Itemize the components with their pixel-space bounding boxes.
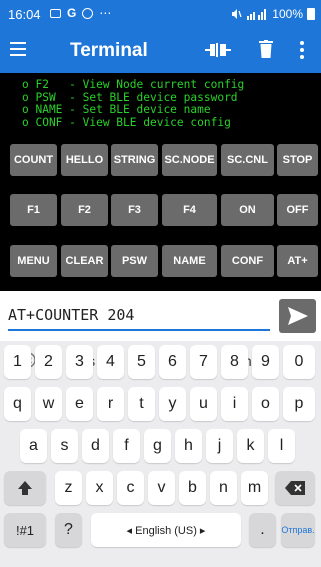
key-4[interactable]: 4 (97, 345, 124, 379)
key-d[interactable]: d (82, 429, 109, 463)
macro-button-clear[interactable]: CLEAR (61, 245, 108, 277)
gallery-icon (50, 8, 61, 18)
key-w[interactable]: w (35, 387, 62, 421)
bluetooth-disconnect-icon[interactable] (205, 41, 231, 59)
command-input[interactable]: AT+COUNTER 204 (8, 306, 134, 324)
key-y[interactable]: y (159, 387, 186, 421)
key-o[interactable]: o (252, 387, 279, 421)
macro-button-at[interactable]: AT+ (277, 245, 318, 277)
shift-icon (18, 481, 32, 495)
battery-icon (307, 8, 315, 20)
macro-button-f4[interactable]: F4 (162, 194, 217, 226)
keyboard-row-bottom: !#1 ? ◂ English (US) ▸ . Отправ. (0, 513, 321, 553)
key-g[interactable]: g (144, 429, 171, 463)
key-e[interactable]: e (66, 387, 93, 421)
key-r[interactable]: r (97, 387, 124, 421)
signal-icon (247, 9, 267, 20)
key-2[interactable]: 2 (35, 345, 62, 379)
key-m[interactable]: m (241, 471, 268, 505)
terminal-line: o F2 - View Node current config (22, 78, 245, 91)
key-p[interactable]: p (283, 387, 315, 421)
key-8[interactable]: 8 (221, 345, 248, 379)
key-i[interactable]: i (221, 387, 248, 421)
macro-button-stop[interactable]: STOP (277, 144, 318, 176)
command-bar: AT+COUNTER 204 (0, 291, 321, 341)
status-bar: 16:04 G ⋯ 100% (0, 0, 321, 28)
key-l[interactable]: l (268, 429, 295, 463)
send-button[interactable] (279, 299, 316, 333)
key-v[interactable]: v (148, 471, 175, 505)
key-b[interactable]: b (179, 471, 206, 505)
keyboard-row-q: q w e r t y u i o p (0, 387, 321, 427)
macro-button-hello[interactable]: HELLO (61, 144, 108, 176)
keyboard-row-a: a s d f g h j k l (0, 429, 321, 469)
battery-text: 100% (272, 7, 303, 21)
key-6[interactable]: 6 (159, 345, 186, 379)
question-key[interactable]: ? (55, 513, 82, 547)
more-vert-icon[interactable] (299, 41, 305, 59)
terminal-line: o NAME - Set BLE device name (22, 103, 211, 116)
backspace-key[interactable] (275, 471, 315, 505)
macro-button-f3[interactable]: F3 (111, 194, 158, 226)
shift-key[interactable] (4, 471, 46, 505)
enter-key[interactable]: Отправ. (281, 513, 315, 547)
page-title: Terminal (70, 40, 148, 61)
space-key[interactable]: ◂ English (US) ▸ (91, 513, 241, 547)
key-n[interactable]: n (210, 471, 237, 505)
key-j[interactable]: j (206, 429, 233, 463)
macro-button-count[interactable]: COUNT (10, 144, 57, 176)
macro-button-psw[interactable]: PSW (111, 245, 158, 277)
macro-button-sc-cnl[interactable]: SC.CNL (221, 144, 274, 176)
more-notifications-icon: ⋯ (99, 6, 112, 20)
macro-button-f1[interactable]: F1 (10, 194, 57, 226)
macro-button-on[interactable]: ON (221, 194, 274, 226)
app-bar: Terminal (0, 28, 321, 73)
key-z[interactable]: z (55, 471, 82, 505)
key-5[interactable]: 5 (128, 345, 155, 379)
send-icon (287, 307, 308, 325)
key-7[interactable]: 7 (190, 345, 217, 379)
key-a[interactable]: a (20, 429, 47, 463)
key-c[interactable]: c (117, 471, 144, 505)
macro-button-menu[interactable]: MENU (10, 245, 57, 277)
key-0[interactable]: 0 (283, 345, 315, 379)
notification-icons: G ⋯ (50, 6, 111, 20)
menu-icon[interactable] (10, 42, 26, 56)
key-h[interactable]: h (175, 429, 202, 463)
key-9[interactable]: 9 (252, 345, 279, 379)
symbols-key[interactable]: !#1 (4, 513, 46, 547)
key-1[interactable]: 1 (4, 345, 31, 379)
backspace-icon (285, 481, 305, 495)
terminal-output: o F2 - View Node current config o PSW - S… (0, 73, 321, 139)
macro-button-off[interactable]: OFF (277, 194, 318, 226)
macro-button-conf[interactable]: CONF (221, 245, 274, 277)
key-s[interactable]: s (51, 429, 78, 463)
status-time: 16:04 (8, 7, 41, 22)
keyboard-row-numbers: 1 2 3 4 5 6 7 8 9 0 (0, 345, 321, 385)
key-t[interactable]: t (128, 387, 155, 421)
macro-button-string[interactable]: STRING (111, 144, 158, 176)
google-icon: G (67, 6, 77, 20)
macro-keypad: COUNT HELLO STRING SC.NODE SC.CNL STOP F… (0, 139, 321, 291)
key-u[interactable]: u (190, 387, 217, 421)
period-key[interactable]: . (249, 513, 276, 547)
sync-icon (82, 7, 94, 19)
trash-icon[interactable] (259, 40, 273, 58)
macro-button-f2[interactable]: F2 (61, 194, 108, 226)
status-right: 100% (230, 7, 315, 21)
terminal-line: o CONF - View BLE device config (22, 115, 231, 129)
key-f[interactable]: f (113, 429, 140, 463)
key-q[interactable]: q (4, 387, 31, 421)
mute-icon (232, 9, 242, 19)
keyboard-row-z: z x c v b n m (0, 471, 321, 511)
key-k[interactable]: k (237, 429, 264, 463)
key-3[interactable]: 3 (66, 345, 93, 379)
macro-button-sc-node[interactable]: SC.NODE (162, 144, 217, 176)
macro-button-name[interactable]: NAME (162, 245, 217, 277)
key-x[interactable]: x (86, 471, 113, 505)
input-underline (8, 329, 270, 331)
